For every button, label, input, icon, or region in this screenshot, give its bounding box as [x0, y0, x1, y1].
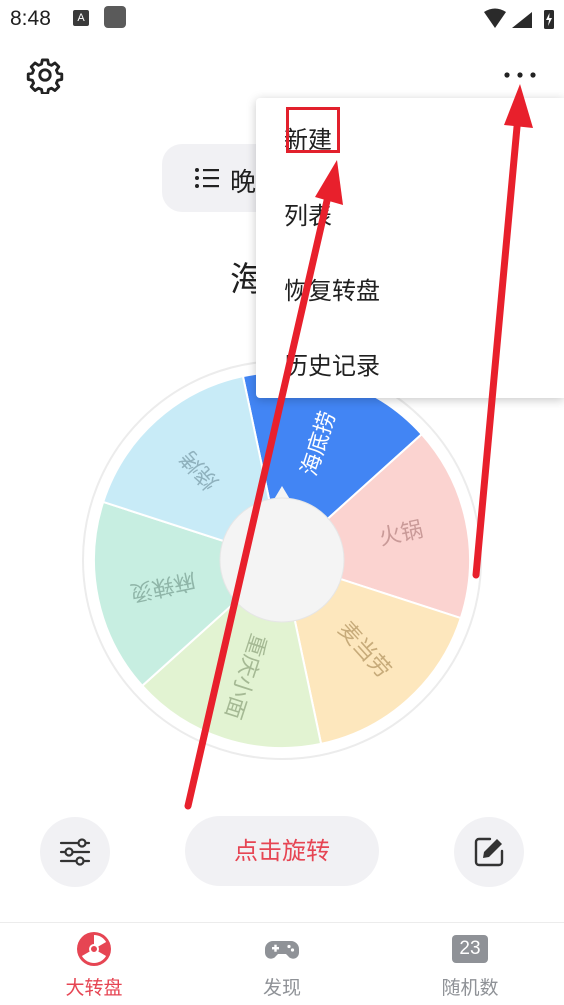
signal-icon	[512, 12, 532, 28]
status-icons	[484, 8, 554, 29]
wheel-icon	[77, 932, 111, 966]
gear-icon[interactable]	[26, 56, 64, 94]
spin-wheel[interactable]: 海底捞火锅麦当劳重庆小面麻辣烫烧烤	[82, 360, 482, 760]
number-icon: 23	[452, 935, 488, 963]
nav-item-discover[interactable]: 发现	[188, 923, 376, 1005]
a-notification-icon: A	[73, 10, 89, 26]
status-time: 8:48	[10, 7, 51, 30]
sliders-icon	[59, 838, 91, 866]
settings-sliders-button[interactable]	[40, 817, 110, 887]
edit-icon	[474, 837, 504, 867]
nav-label-wheel: 大转盘	[65, 977, 123, 999]
highlight-box	[286, 107, 340, 153]
wifi-icon	[484, 8, 506, 28]
menu-item-history[interactable]: 历史记录	[284, 346, 380, 381]
nav-label-random-number: 随机数	[441, 977, 499, 999]
status-bar: 8:48 A	[0, 0, 564, 40]
wheel-title: 晚	[230, 168, 257, 198]
app-notification-icon	[104, 6, 126, 28]
menu-item-restore[interactable]: 恢复转盘	[284, 271, 380, 306]
gamepad-icon	[265, 941, 299, 959]
more-dots-icon[interactable]	[500, 62, 540, 88]
nav-item-wheel[interactable]: 大转盘	[0, 923, 188, 1005]
nav-label-discover: 发现	[262, 977, 301, 999]
list-icon	[195, 168, 219, 188]
menu-item-list[interactable]: 列表	[284, 196, 332, 231]
nav-item-random-number[interactable]: 23 随机数	[376, 923, 564, 1005]
spin-button[interactable]: 点击旋转	[185, 816, 379, 886]
edit-wheel-button[interactable]	[454, 817, 524, 887]
bottom-nav: 大转盘 发现 23 随机数	[0, 922, 564, 1005]
